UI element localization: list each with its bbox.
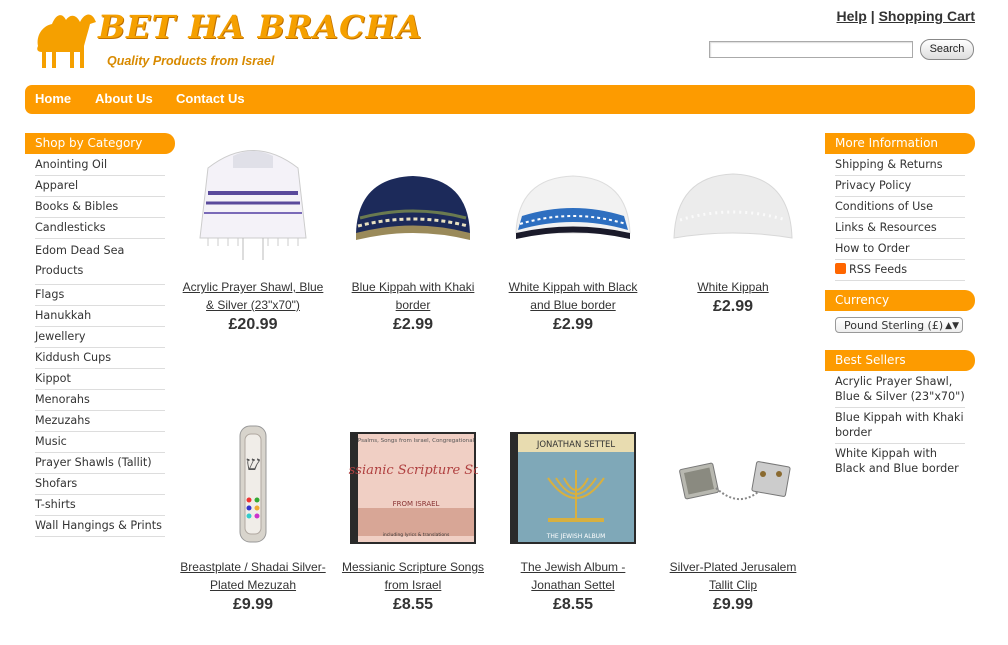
info-item[interactable]: Links & Resources (835, 218, 965, 239)
info-item[interactable]: Conditions of Use (835, 197, 965, 218)
info-list: Shipping & Returns Privacy Policy Condit… (835, 155, 965, 281)
cd-foot-text: including lyrics & translations (383, 532, 450, 538)
prayer-shawl-image[interactable] (188, 138, 318, 266)
category-list: Anointing Oil Apparel Books & Bibles Can… (35, 155, 165, 537)
cd-top-text: Psalms, Songs from Israel, Congregationa… (358, 438, 475, 444)
top-links: Help | Shopping Cart (837, 8, 975, 24)
product-card: ש Breastplate / Shadai Silver-Plated Mez… (178, 418, 328, 614)
mezuzah-image[interactable]: ש (188, 418, 318, 546)
product-card: Blue Kippah with Khaki border £2.99 (338, 138, 488, 334)
category-heading: Shop by Category (25, 133, 175, 154)
category-item[interactable]: Music (35, 432, 165, 453)
category-item[interactable]: Shofars (35, 474, 165, 495)
category-item[interactable]: T-shirts (35, 495, 165, 516)
nav-contact-us[interactable]: Contact Us (176, 91, 245, 106)
help-link[interactable]: Help (837, 8, 867, 24)
product-name[interactable]: White Kippah with Black and Blue border (498, 278, 648, 314)
category-item[interactable]: Anointing Oil (35, 155, 165, 176)
category-item[interactable]: Hanukkah (35, 306, 165, 327)
category-item[interactable]: Wall Hangings & Prints (35, 516, 165, 537)
info-item[interactable]: How to Order (835, 239, 965, 260)
white-kippah-image[interactable] (668, 138, 798, 266)
info-item[interactable]: Privacy Policy (835, 176, 965, 197)
product-name[interactable]: Messianic Scripture Songs from Israel (338, 558, 488, 594)
bestseller-item[interactable]: Blue Kippah with Khaki border (835, 408, 965, 444)
product-name[interactable]: White Kippah (658, 278, 808, 296)
product-card: White Kippah £2.99 (658, 138, 808, 316)
info-item[interactable]: Shipping & Returns (835, 155, 965, 176)
logo[interactable]: BET HA BRACHA Quality Products from Isra… (30, 6, 422, 72)
cd-image[interactable]: JONATHAN SETTEL THE JEWISH ALBUM (508, 418, 638, 546)
cd-title-text: JONATHAN SETTEL (536, 440, 616, 450)
tallit-clip-image[interactable] (668, 418, 798, 546)
category-item[interactable]: Kippot (35, 369, 165, 390)
category-item[interactable]: Flags (35, 285, 165, 306)
product-name[interactable]: The Jewish Album - Jonathan Settel (498, 558, 648, 594)
product-card: Acrylic Prayer Shawl, Blue & Silver (23"… (178, 138, 328, 334)
select-arrows-icon: ▲▼ (945, 321, 959, 331)
shopping-cart-link[interactable]: Shopping Cart (879, 8, 975, 24)
nav-about-us[interactable]: About Us (95, 91, 153, 106)
category-item[interactable]: Jewellery (35, 327, 165, 348)
tagline: Quality Products from Israel (107, 54, 275, 68)
cd-sub-text: FROM ISRAEL (393, 500, 440, 508)
rss-item[interactable]: RSS Feeds (835, 260, 965, 281)
search-input[interactable] (709, 41, 913, 58)
white-blue-kippah-image[interactable] (508, 138, 638, 266)
product-price: £2.99 (392, 316, 434, 333)
product-price: £8.55 (552, 596, 594, 613)
product-price: £2.99 (712, 298, 754, 315)
rss-label: RSS Feeds (849, 263, 908, 276)
product-name[interactable]: Silver-Plated Jerusalem Tallit Clip (658, 558, 808, 594)
camel-icon (37, 14, 96, 68)
product-name[interactable]: Breastplate / Shadai Silver-Plated Mezuz… (178, 558, 328, 594)
category-item[interactable]: Prayer Shawls (Tallit) (35, 453, 165, 474)
currency-select[interactable]: Pound Sterling (£) ▲▼ (835, 317, 963, 333)
cd-title-text: Messianic Scripture Songs (348, 463, 478, 478)
product-price: £2.99 (552, 316, 594, 333)
product-card: Psalms, Songs from Israel, Congregationa… (327, 418, 505, 614)
category-item[interactable]: Apparel (35, 176, 165, 197)
category-item[interactable]: Mezuzahs (35, 411, 165, 432)
search-button[interactable]: Search (920, 39, 974, 60)
bestseller-item[interactable]: White Kippah with Black and Blue border (835, 444, 965, 479)
svg-text:ש: ש (246, 451, 260, 475)
rss-icon (835, 263, 846, 274)
cd-sub-text: THE JEWISH ALBUM (546, 533, 606, 540)
product-price: £9.99 (712, 596, 754, 613)
product-price: £20.99 (228, 316, 278, 333)
info-heading: More Information (825, 133, 975, 154)
category-item[interactable]: Kiddush Cups (35, 348, 165, 369)
brand-name: BET HA BRACHA (98, 8, 423, 46)
product-card: White Kippah with Black and Blue border … (498, 138, 648, 334)
product-price: £9.99 (232, 596, 274, 613)
bestseller-item[interactable]: Acrylic Prayer Shawl, Blue & Silver (23"… (835, 372, 965, 408)
category-item[interactable]: Candlesticks (35, 218, 165, 239)
separator: | (870, 8, 875, 24)
category-item[interactable]: Menorahs (35, 390, 165, 411)
currency-heading: Currency (825, 290, 975, 311)
category-item[interactable]: Books & Bibles (35, 197, 165, 218)
bestsellers-heading: Best Sellers (825, 350, 975, 371)
currency-value: Pound Sterling (£) (844, 319, 944, 332)
main-nav: Home About Us Contact Us (25, 85, 975, 114)
cd-image[interactable]: Psalms, Songs from Israel, Congregationa… (327, 418, 505, 546)
category-item[interactable]: Edom Dead Sea Products (35, 239, 165, 285)
product-name[interactable]: Blue Kippah with Khaki border (338, 278, 488, 314)
bestsellers-list: Acrylic Prayer Shawl, Blue & Silver (23"… (835, 372, 965, 479)
blue-kippah-image[interactable] (348, 138, 478, 266)
nav-home[interactable]: Home (35, 91, 71, 106)
product-price: £8.55 (392, 596, 434, 613)
product-name[interactable]: Acrylic Prayer Shawl, Blue & Silver (23"… (178, 278, 328, 314)
product-card: Silver-Plated Jerusalem Tallit Clip £9.9… (658, 418, 808, 614)
product-card: JONATHAN SETTEL THE JEWISH ALBUM The Jew… (498, 418, 648, 614)
